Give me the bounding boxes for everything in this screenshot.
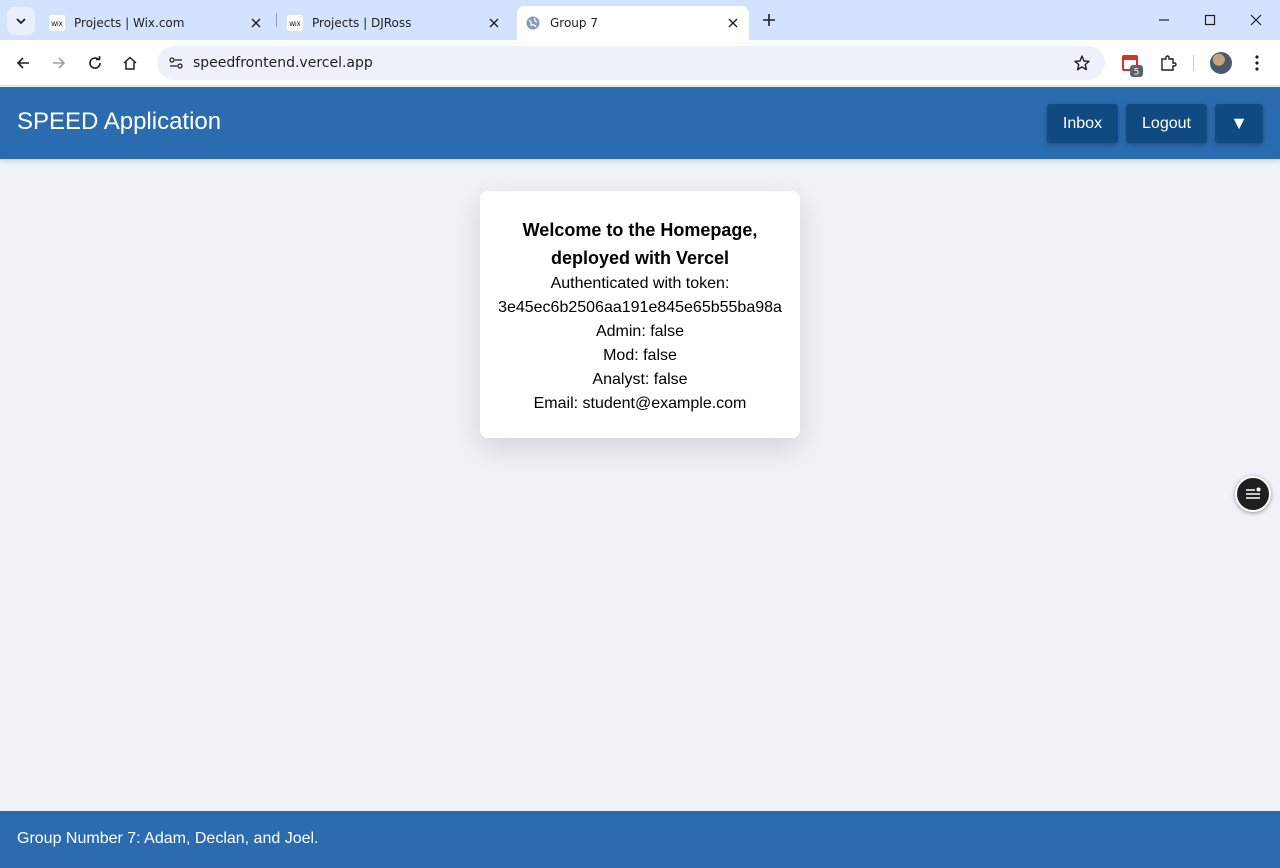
minimize-icon xyxy=(1159,19,1169,21)
close-icon[interactable] xyxy=(248,15,264,31)
browser-toolbar: speedfrontend.vercel.app 5 xyxy=(0,40,1280,86)
toolbar-divider xyxy=(1193,55,1194,71)
svg-text:WiX: WiX xyxy=(51,21,63,28)
minimize-button[interactable] xyxy=(1150,6,1178,34)
globe-icon xyxy=(525,15,541,31)
footer-text: Group Number 7: Adam, Declan, and Joel. xyxy=(17,830,319,847)
analyst-status: Analyst: false xyxy=(592,371,688,388)
address-bar[interactable]: speedfrontend.vercel.app xyxy=(157,46,1105,80)
maximize-button[interactable] xyxy=(1196,6,1224,34)
reload-button[interactable] xyxy=(81,49,109,77)
chrome-menu-button[interactable] xyxy=(1243,49,1271,77)
email-text: Email: student@example.com xyxy=(533,395,747,412)
home-button[interactable] xyxy=(116,49,144,77)
inbox-button[interactable]: Inbox xyxy=(1047,104,1118,143)
forward-button[interactable] xyxy=(45,49,73,77)
arrow-right-icon xyxy=(53,57,66,69)
token-label: Authenticated with token: xyxy=(550,275,730,292)
wix-logo-icon: WiX xyxy=(287,15,303,31)
mod-status: Mod: false xyxy=(603,347,677,364)
svg-text:WiX: WiX xyxy=(289,21,301,28)
browser-tab[interactable]: WiX Projects | Wix.com xyxy=(40,6,272,40)
tab-title: Projects | DJRoss xyxy=(312,16,412,30)
app-header: SPEED Application Inbox Logout ▼ xyxy=(0,87,1280,159)
profile-avatar[interactable] xyxy=(1210,52,1232,74)
close-icon[interactable] xyxy=(486,15,502,31)
tab-search-button[interactable] xyxy=(7,7,35,35)
logout-button[interactable]: Logout xyxy=(1126,104,1207,143)
close-icon[interactable] xyxy=(725,15,741,31)
browser-tab-strip: WiX Projects | Wix.com WiX Projects | DJ… xyxy=(0,0,1280,40)
chevron-down-icon xyxy=(16,18,26,25)
tab-separator xyxy=(276,13,277,27)
close-window-button[interactable] xyxy=(1242,6,1270,34)
bookmark-star-icon[interactable] xyxy=(1073,54,1091,72)
app-title: SPEED Application xyxy=(17,108,222,135)
reload-icon xyxy=(89,56,101,69)
wix-logo-icon: WiX xyxy=(49,15,65,31)
tab-title: Projects | Wix.com xyxy=(74,16,185,30)
site-settings-icon[interactable] xyxy=(159,55,193,71)
new-tab-button[interactable] xyxy=(757,8,781,32)
puzzle-icon xyxy=(1161,55,1177,71)
back-button[interactable] xyxy=(9,49,37,77)
svg-text:5: 5 xyxy=(1134,68,1140,78)
close-icon xyxy=(1250,14,1262,26)
maximize-icon xyxy=(1204,14,1216,26)
welcome-heading: Welcome to the Homepage, deployed with V… xyxy=(522,220,758,268)
arrow-left-icon xyxy=(16,57,29,69)
app-footer: Group Number 7: Adam, Declan, and Joel. xyxy=(0,811,1280,868)
dropdown-menu-button[interactable]: ▼ xyxy=(1215,104,1263,143)
floating-menu-button[interactable] xyxy=(1235,476,1271,512)
admin-status: Admin: false xyxy=(595,323,685,340)
extensions-button[interactable] xyxy=(1154,49,1182,77)
browser-tab[interactable]: WiX Projects | DJRoss xyxy=(278,6,510,40)
tab-title: Group 7 xyxy=(550,16,598,30)
extension-calendar-icon[interactable]: 5 xyxy=(1121,54,1145,78)
welcome-card: Welcome to the Homepage, deployed with V… xyxy=(480,191,800,438)
token-value: 3e45ec6b2506aa191e845e65b55ba98a xyxy=(498,299,782,316)
browser-tab-active[interactable]: Group 7 xyxy=(517,6,749,40)
url-text: speedfrontend.vercel.app xyxy=(193,55,373,71)
list-menu-icon xyxy=(1246,487,1261,499)
home-icon xyxy=(123,56,137,70)
plus-icon xyxy=(763,14,775,26)
kebab-menu-icon xyxy=(1255,55,1259,71)
